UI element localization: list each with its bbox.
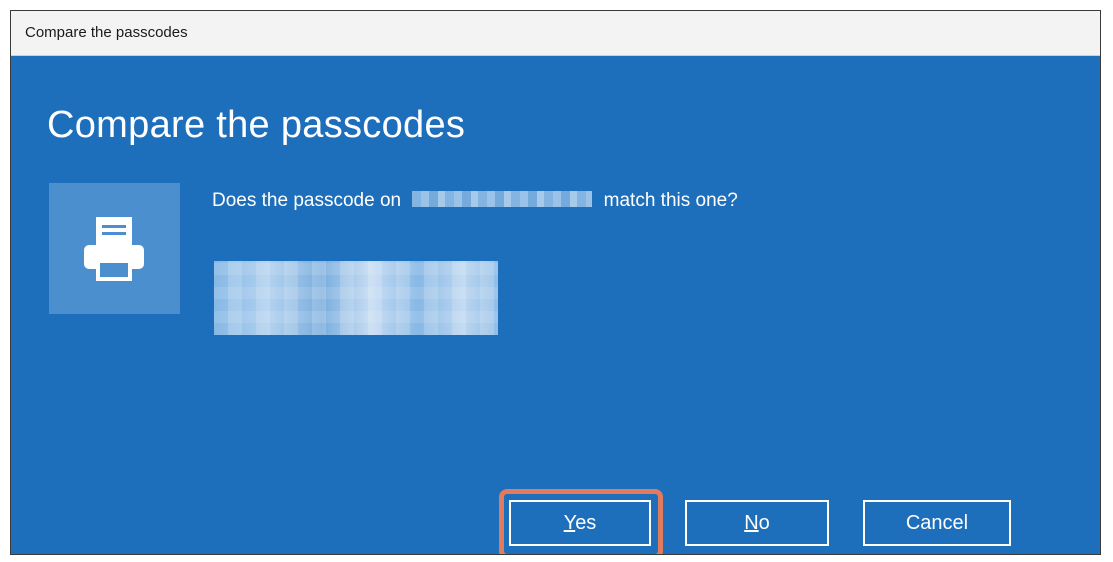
device-name (412, 191, 413, 192)
yes-label-rest: es (575, 511, 597, 534)
passcode-redacted (214, 261, 498, 335)
no-button[interactable]: No (685, 500, 829, 546)
no-label-rest: o (758, 511, 770, 534)
window-title: Compare the passcodes (25, 24, 188, 41)
passcode-question: Does the passcode on match this one? (212, 190, 738, 212)
device-tile (49, 183, 180, 314)
device-name-redacted (412, 190, 593, 207)
printer-icon (84, 217, 144, 281)
passcode-display (214, 261, 498, 335)
yes-accelerator: Y (563, 511, 576, 534)
title-bar: Compare the passcodes (11, 11, 1100, 56)
passcode-dialog-window: Compare the passcodes Compare the passco… (10, 10, 1101, 555)
question-suffix: match this one? (603, 190, 738, 211)
no-accelerator: N (744, 511, 759, 534)
question-prefix: Does the passcode on (212, 190, 402, 211)
dialog-content: Compare the passcodes Does the passcode … (11, 56, 1100, 554)
dialog-heading: Compare the passcodes (47, 104, 466, 146)
yes-button[interactable]: Yes (509, 500, 651, 546)
cancel-button[interactable]: Cancel (863, 500, 1011, 546)
